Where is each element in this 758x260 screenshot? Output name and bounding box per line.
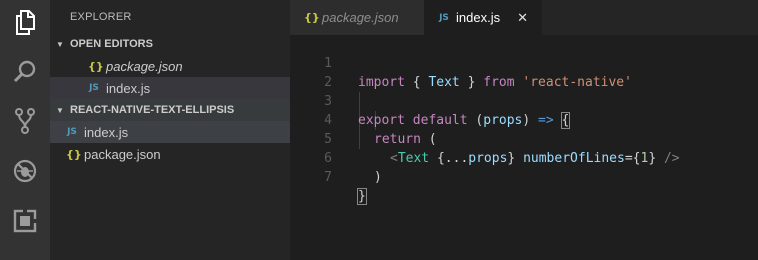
- activity-bar: [0, 0, 50, 260]
- js-file-icon: JS: [89, 83, 99, 93]
- tab-package-json[interactable]: {} package.json: [290, 0, 424, 35]
- file-label: index.js: [84, 124, 129, 140]
- open-editors-label: OPEN EDITORS: [70, 38, 153, 50]
- open-editor-item-package-json[interactable]: {} package.json: [50, 55, 290, 77]
- open-editor-item-index-js[interactable]: JS index.js: [50, 77, 290, 99]
- extensions-icon[interactable]: [0, 201, 50, 241]
- debug-icon[interactable]: [0, 151, 50, 191]
- editor-tabs: {} package.json JS index.js ✕: [290, 0, 758, 35]
- open-editor-label: package.json: [106, 58, 183, 74]
- tab-label: index.js: [456, 10, 501, 25]
- files-icon[interactable]: [0, 2, 50, 42]
- search-icon[interactable]: [0, 51, 50, 91]
- file-label: package.json: [84, 146, 161, 162]
- project-folder-label: REACT-NATIVE-TEXT-ELLIPSIS: [70, 104, 235, 116]
- matched-bracket: }: [357, 188, 367, 205]
- code-line: 3 export default (props) => {: [290, 73, 758, 129]
- code-line: 5 <Text {...props} numberOfLines={1} />: [290, 111, 758, 166]
- json-file-icon: {}: [304, 11, 320, 24]
- open-editor-label: index.js: [106, 80, 151, 96]
- code-line: 7 }: [290, 149, 758, 205]
- project-folder-header[interactable]: ▼ REACT-NATIVE-TEXT-ELLIPSIS: [50, 99, 290, 121]
- json-file-icon: {}: [66, 147, 82, 161]
- code-line: 2: [290, 54, 758, 90]
- explorer-sidebar: EXPLORER ▼ OPEN EDITORS {} package.json …: [50, 0, 290, 260]
- line-number: 7: [324, 170, 332, 185]
- close-icon[interactable]: ✕: [517, 10, 528, 26]
- file-item-package-json[interactable]: {} package.json: [50, 143, 290, 165]
- chevron-down-icon: ▼: [56, 105, 64, 115]
- file-item-index-js[interactable]: JS index.js: [50, 121, 290, 143]
- code-editor[interactable]: 1 import { Text } from 'react-native' 2 …: [290, 35, 758, 260]
- open-editors-header[interactable]: ▼ OPEN EDITORS: [50, 33, 290, 55]
- json-file-icon: {}: [88, 59, 104, 73]
- sidebar-title: EXPLORER: [70, 11, 132, 23]
- tab-index-js[interactable]: JS index.js ✕: [424, 0, 542, 35]
- chevron-down-icon: ▼: [56, 39, 64, 49]
- tab-label: package.json: [322, 10, 399, 25]
- code-line: 6 ): [290, 130, 758, 185]
- js-file-icon: JS: [67, 127, 77, 137]
- source-control-icon[interactable]: [0, 101, 50, 141]
- code-line: 4 return (: [290, 92, 758, 147]
- punctuation: ): [374, 170, 382, 185]
- js-file-icon: JS: [439, 12, 449, 23]
- code-line: 1 import { Text } from 'react-native': [290, 35, 758, 90]
